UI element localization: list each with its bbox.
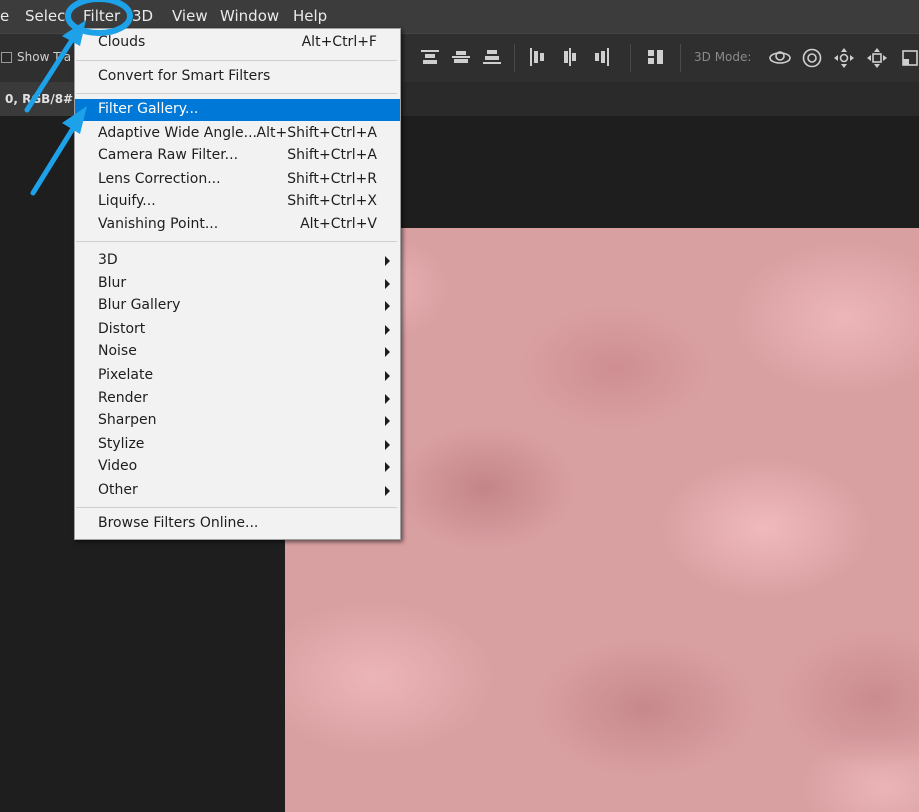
submenu-video[interactable]: Video <box>75 456 400 478</box>
menu-item-shortcut: Shift+Ctrl+X <box>287 193 377 209</box>
menu-item-label: Sharpen <box>98 412 157 428</box>
submenu-arrow-icon <box>385 486 390 496</box>
menu-item-vanishing-point[interactable]: Vanishing Point... Alt+Ctrl+V <box>75 214 400 236</box>
menu-item-filter-gallery[interactable]: Filter Gallery... <box>75 99 400 121</box>
submenu-arrow-icon <box>385 279 390 289</box>
submenu-arrow-icon <box>385 394 390 404</box>
align-horizontal-center-icon[interactable] <box>560 47 580 67</box>
menu-item-label: Browse Filters Online... <box>98 515 259 531</box>
menu-separator <box>76 60 397 61</box>
menu-item-label: Adaptive Wide Angle... <box>98 125 257 141</box>
submenu-arrow-icon <box>385 462 390 472</box>
align-bottom-icon[interactable] <box>482 47 502 67</box>
3d-roll-icon[interactable] <box>801 47 823 69</box>
menu-item-convert-smart-filters[interactable]: Convert for Smart Filters <box>75 66 400 88</box>
menu-item-shortcut: Alt+Ctrl+F <box>301 34 377 50</box>
submenu-noise[interactable]: Noise <box>75 341 400 363</box>
menu-item-label: Filter Gallery... <box>98 101 199 117</box>
submenu-other[interactable]: Other <box>75 480 400 502</box>
submenu-distort[interactable]: Distort <box>75 319 400 341</box>
menu-item-label: Video <box>98 458 138 474</box>
menu-item-lens-correction[interactable]: Lens Correction... Shift+Ctrl+R <box>75 169 400 191</box>
submenu-sharpen[interactable]: Sharpen <box>75 410 400 432</box>
menu-separator <box>76 241 397 242</box>
menu-item-label: Other <box>98 482 138 498</box>
3d-drag-icon[interactable] <box>833 47 855 69</box>
menu-item-label: Render <box>98 390 148 406</box>
menu-item-label: Vanishing Point... <box>98 216 219 232</box>
menu-item-camera-raw-filter[interactable]: Camera Raw Filter... Shift+Ctrl+A <box>75 145 400 167</box>
submenu-arrow-icon <box>385 416 390 426</box>
submenu-blur-gallery[interactable]: Blur Gallery <box>75 295 400 317</box>
menu-item-clouds[interactable]: Clouds Alt+Ctrl+F <box>75 32 400 54</box>
submenu-arrow-icon <box>385 301 390 311</box>
3d-mode-label: 3D Mode: <box>694 50 752 64</box>
align-right-icon[interactable] <box>592 47 612 67</box>
menu-item-liquify[interactable]: Liquify... Shift+Ctrl+X <box>75 191 400 213</box>
menu-item-label: Blur Gallery <box>98 297 181 313</box>
menu-help[interactable]: Help <box>293 7 327 25</box>
menu-item-label: 3D <box>98 252 118 268</box>
filter-menu: Clouds Alt+Ctrl+F Convert for Smart Filt… <box>74 28 401 540</box>
menu-item-label: Camera Raw Filter... <box>98 147 239 163</box>
menu-item-label: Noise <box>98 343 137 359</box>
menu-item-shortcut: Alt+Shift+Ctrl+A <box>256 125 377 141</box>
menu-window[interactable]: Window <box>220 7 279 25</box>
menu-3d[interactable]: 3D <box>132 7 153 25</box>
menu-item-shortcut: Alt+Ctrl+V <box>300 216 377 232</box>
submenu-arrow-icon <box>385 440 390 450</box>
submenu-arrow-icon <box>385 347 390 357</box>
menu-item-label: Distort <box>98 321 146 337</box>
menu-item-label: Stylize <box>98 436 145 452</box>
show-transform-label: Show Tra <box>17 50 72 64</box>
menu-item-label: Liquify... <box>98 193 156 209</box>
align-top-icon[interactable] <box>420 47 440 67</box>
align-left-icon[interactable] <box>527 47 547 67</box>
submenu-pixelate[interactable]: Pixelate <box>75 365 400 387</box>
distribute-icon[interactable] <box>646 47 666 67</box>
menu-separator <box>76 93 397 94</box>
menu-item-shortcut: Shift+Ctrl+A <box>287 147 377 163</box>
show-transform-checkbox[interactable] <box>1 52 12 63</box>
document-tab-label: 0, RGB/8#) <box>5 92 79 106</box>
menu-item-label: Pixelate <box>98 367 154 383</box>
align-vertical-center-icon[interactable] <box>451 47 471 67</box>
menu-select[interactable]: Select <box>25 7 71 25</box>
menu-item-label: Blur <box>98 275 127 291</box>
submenu-blur[interactable]: Blur <box>75 273 400 295</box>
submenu-arrow-icon <box>385 256 390 266</box>
menu-item-label: Lens Correction... <box>98 171 221 187</box>
menu-item-label: Convert for Smart Filters <box>98 68 271 84</box>
menu-view[interactable]: View <box>172 7 208 25</box>
menu-separator <box>76 507 397 508</box>
menu-filter[interactable]: Filter <box>83 7 120 25</box>
3d-slide-icon[interactable] <box>866 47 888 69</box>
submenu-render[interactable]: Render <box>75 388 400 410</box>
menu-item-label: Clouds <box>98 34 146 50</box>
menu-edit[interactable]: e <box>0 7 9 25</box>
submenu-arrow-icon <box>385 325 390 335</box>
submenu-stylize[interactable]: Stylize <box>75 434 400 456</box>
menu-item-browse-filters-online[interactable]: Browse Filters Online... <box>75 513 400 535</box>
3d-orbit-icon[interactable] <box>768 47 792 69</box>
menu-item-shortcut: Shift+Ctrl+R <box>287 171 377 187</box>
submenu-arrow-icon <box>385 371 390 381</box>
menu-item-adaptive-wide-angle[interactable]: Adaptive Wide Angle... Alt+Shift+Ctrl+A <box>75 123 400 145</box>
submenu-3d[interactable]: 3D <box>75 250 400 272</box>
3d-scale-icon[interactable] <box>899 47 919 69</box>
